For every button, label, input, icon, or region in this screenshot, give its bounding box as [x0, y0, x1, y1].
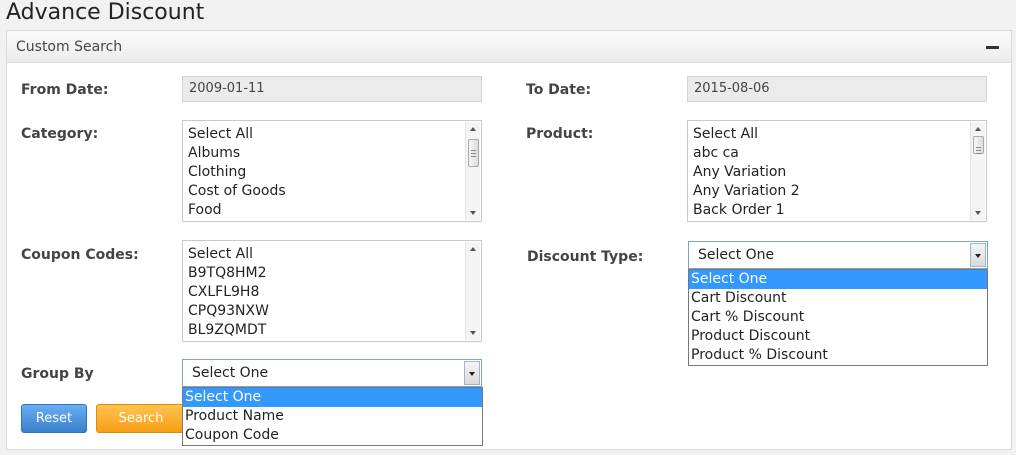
dropdown-option[interactable]: Product % Discount: [689, 346, 987, 365]
discount-type-label: Discount Type:: [527, 249, 644, 265]
list-item[interactable]: abc ca: [688, 144, 970, 163]
list-item[interactable]: Albums: [183, 144, 465, 163]
scroll-up-icon[interactable]: [470, 127, 476, 131]
chevron-down-icon[interactable]: [464, 361, 480, 385]
coupon-codes-label: Coupon Codes:: [21, 247, 139, 263]
discount-type-selected: Select One: [698, 247, 775, 263]
minus-icon[interactable]: [986, 46, 999, 49]
group-by-dropdown[interactable]: Select One Product Name Coupon Code: [182, 387, 483, 446]
product-label: Product:: [526, 126, 594, 142]
list-item[interactable]: Select All: [183, 245, 465, 264]
list-item[interactable]: B9TQ8HM2: [183, 264, 465, 283]
list-item[interactable]: CXLFL9H8: [183, 283, 465, 302]
list-item[interactable]: Clothing: [183, 163, 465, 182]
category-listbox[interactable]: Select All Albums Clothing Cost of Goods…: [182, 120, 482, 222]
category-label: Category:: [21, 126, 99, 142]
reset-button[interactable]: Reset: [21, 404, 87, 433]
list-item[interactable]: Cost of Goods: [183, 182, 465, 201]
dropdown-option[interactable]: Select One: [183, 388, 482, 407]
scroll-down-icon[interactable]: [470, 331, 476, 335]
from-date-input[interactable]: 2009-01-11: [182, 76, 482, 102]
dropdown-option[interactable]: Cart Discount: [689, 289, 987, 308]
discount-type-select[interactable]: Select One: [688, 241, 988, 269]
product-scrollbar[interactable]: [970, 122, 985, 220]
scroll-up-icon[interactable]: [975, 127, 981, 131]
dropdown-option[interactable]: Cart % Discount: [689, 308, 987, 327]
to-date-input[interactable]: 2015-08-06: [687, 76, 987, 102]
scroll-down-icon[interactable]: [975, 211, 981, 215]
list-item[interactable]: Any Variation 2: [688, 182, 970, 201]
from-date-label: From Date:: [21, 82, 109, 98]
scroll-up-icon[interactable]: [470, 247, 476, 251]
scroll-thumb[interactable]: [973, 136, 984, 154]
category-scrollbar[interactable]: [465, 122, 480, 220]
search-button[interactable]: Search: [96, 404, 186, 433]
product-listbox[interactable]: Select All abc ca Any Variation Any Vari…: [687, 120, 987, 222]
list-item[interactable]: Food: [183, 201, 465, 220]
list-item[interactable]: Select All: [688, 125, 970, 144]
panel-header[interactable]: Custom Search: [7, 31, 1011, 63]
group-by-selected: Select One: [192, 365, 269, 381]
panel-title: Custom Search: [16, 39, 123, 55]
list-item[interactable]: Back Order 1: [688, 201, 970, 220]
page-title: Advance Discount: [6, 0, 205, 25]
group-by-label: Group By: [21, 366, 94, 382]
chevron-down-icon[interactable]: [970, 243, 986, 267]
dropdown-option[interactable]: Product Discount: [689, 327, 987, 346]
list-item[interactable]: Select All: [183, 125, 465, 144]
coupon-codes-listbox[interactable]: Select All B9TQ8HM2 CXLFL9H8 CPQ93NXW BL…: [182, 240, 482, 342]
coupon-codes-scrollbar[interactable]: [465, 242, 480, 340]
list-item[interactable]: Any Variation: [688, 163, 970, 182]
list-item[interactable]: BL9ZQMDT: [183, 321, 465, 340]
list-item[interactable]: CPQ93NXW: [183, 302, 465, 321]
dropdown-option[interactable]: Select One: [689, 270, 987, 289]
custom-search-panel: Custom Search From Date: 2009-01-11 To D…: [6, 30, 1012, 450]
dropdown-option[interactable]: Coupon Code: [183, 426, 482, 445]
dropdown-option[interactable]: Product Name: [183, 407, 482, 426]
to-date-label: To Date:: [526, 82, 592, 98]
scroll-thumb[interactable]: [468, 139, 479, 167]
scroll-down-icon[interactable]: [470, 211, 476, 215]
discount-type-dropdown[interactable]: Select One Cart Discount Cart % Discount…: [688, 269, 988, 366]
group-by-select[interactable]: Select One: [182, 359, 482, 387]
